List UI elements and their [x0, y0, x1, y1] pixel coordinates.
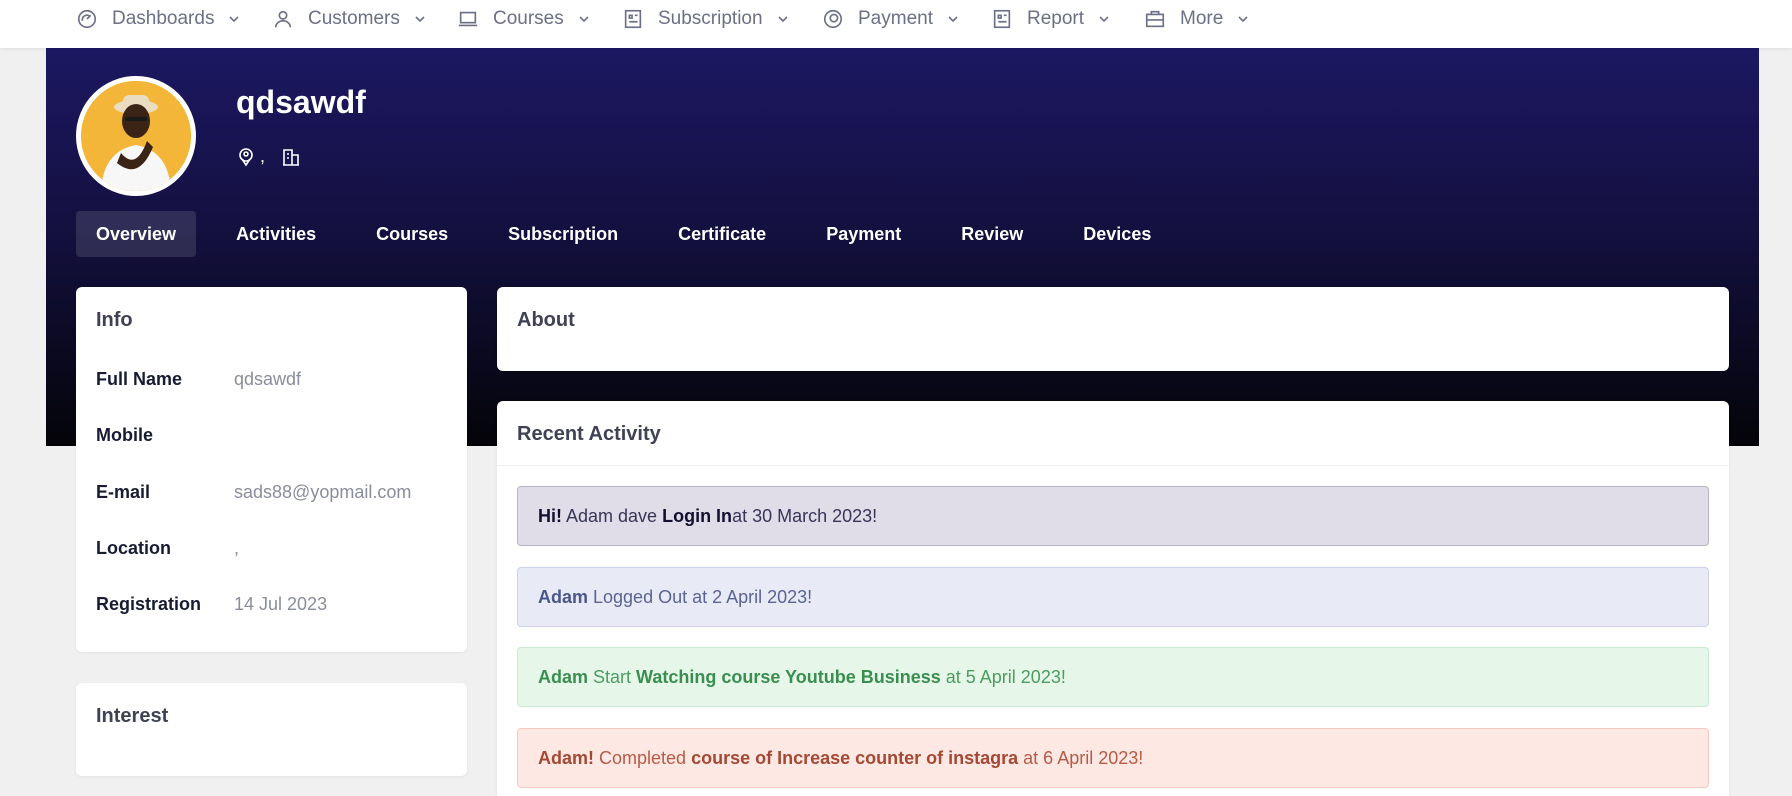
profile-name: qdsawdf	[236, 84, 366, 120]
activity-item: Adam Start Watching course Youtube Busin…	[517, 647, 1709, 707]
chevron-down-icon	[415, 16, 425, 23]
activity-text: Logged Out at 2 April 2023!	[588, 587, 813, 607]
profile-location: ,	[260, 146, 266, 166]
avatar[interactable]	[76, 76, 196, 196]
activity-highlight: course of Increase counter of instagra	[691, 748, 1019, 768]
location-icon	[239, 147, 253, 166]
nav-subscription-label: Subscription	[658, 8, 763, 29]
info-value: qdsawdf	[234, 369, 302, 389]
nav-customers[interactable]: Customers	[272, 0, 426, 38]
nav-dashboards-label: Dashboards	[112, 8, 215, 29]
info-row-email: E-mail sads88@yopmail.com	[96, 482, 411, 503]
chevron-down-icon	[1238, 16, 1248, 23]
avatar-image	[81, 81, 191, 191]
nav-courses[interactable]: Courses	[457, 0, 590, 38]
chevron-down-icon	[1099, 16, 1109, 23]
chevron-down-icon	[948, 16, 958, 23]
nav-report-label: Report	[1027, 8, 1085, 29]
interest-title: Interest	[96, 705, 169, 727]
tab-overview[interactable]: Overview	[76, 211, 197, 257]
tab-courses[interactable]: Courses	[356, 211, 468, 257]
info-row-mobile: Mobile	[96, 425, 234, 446]
activity-item: Adam! Completed course of Increase count…	[517, 728, 1709, 788]
nav-more[interactable]: More	[1144, 0, 1249, 38]
about-title: About	[517, 309, 575, 331]
activity-highlight: Watching course Youtube Business	[636, 667, 941, 687]
tab-certificate[interactable]: Certificate	[658, 211, 786, 257]
nav-report[interactable]: Report	[991, 0, 1110, 38]
document-icon	[624, 9, 642, 29]
activity-text: Start	[588, 667, 637, 687]
activity-subject: Adam	[538, 667, 589, 687]
activity-subject: Adam!	[538, 748, 595, 768]
activity-subject: Hi!	[538, 506, 562, 526]
info-row-location: Location ,	[96, 538, 239, 559]
nav-customers-label: Customers	[308, 8, 400, 29]
info-value: 14 Jul 2023	[234, 594, 328, 614]
info-value: ,	[234, 538, 240, 558]
recent-activity-title: Recent Activity	[517, 423, 661, 445]
tab-subscription[interactable]: Subscription	[488, 211, 638, 257]
info-key: Mobile	[96, 425, 153, 445]
profile-meta: ,	[236, 146, 301, 167]
activity-date: at 6 April 2023!	[1018, 748, 1144, 768]
tab-payment[interactable]: Payment	[806, 211, 921, 257]
recent-activity-card: Recent Activity Hi! Adam dave Login Inat…	[497, 401, 1729, 796]
recent-activity-header: Recent Activity	[497, 401, 1729, 466]
info-key: Location	[96, 538, 171, 558]
top-navbar: Dashboards Customers Courses Subscriptio…	[0, 0, 1792, 48]
nav-courses-label: Courses	[493, 8, 564, 29]
nav-payment[interactable]: Payment	[822, 0, 959, 38]
nav-subscription[interactable]: Subscription	[622, 0, 789, 38]
tab-activities[interactable]: Activities	[216, 211, 336, 257]
activity-subject: Adam	[538, 587, 589, 607]
building-icon	[283, 148, 300, 166]
user-icon	[274, 10, 292, 28]
info-row-full-name: Full Name qdsawdf	[96, 369, 301, 390]
tab-review[interactable]: Review	[941, 211, 1043, 257]
info-key: E-mail	[96, 482, 151, 502]
info-card: Info Full Name qdsawdf Mobile E-mail sad…	[76, 287, 467, 652]
chevron-down-icon	[229, 16, 240, 23]
dashboard-icon	[77, 9, 97, 29]
coins-icon	[823, 9, 843, 29]
nav-more-label: More	[1180, 8, 1224, 29]
activity-text: Adam dave	[562, 506, 663, 526]
info-key: Registration	[96, 594, 202, 614]
info-value: sads88@yopmail.com	[234, 482, 412, 502]
info-row-registration: Registration 14 Jul 2023	[96, 594, 327, 615]
report-icon	[993, 9, 1011, 29]
tab-devices[interactable]: Devices	[1063, 211, 1171, 257]
nav-dashboards[interactable]: Dashboards	[76, 0, 240, 38]
interest-card: Interest	[76, 683, 467, 776]
laptop-icon	[458, 11, 478, 27]
info-title: Info	[96, 309, 133, 331]
activity-text: Completed	[594, 748, 692, 768]
profile-tabs: Overview Activities Courses Subscription…	[76, 211, 1191, 257]
chevron-down-icon	[579, 16, 589, 23]
activity-item: Hi! Adam dave Login Inat 30 March 2023!	[517, 486, 1709, 546]
info-key: Full Name	[96, 369, 183, 389]
nav-payment-label: Payment	[858, 8, 933, 29]
activity-date: at 5 April 2023!	[940, 667, 1066, 687]
activity-date: at 30 March 2023!	[732, 506, 878, 526]
activity-highlight: Login In	[662, 506, 733, 526]
activity-item: Adam Logged Out at 2 April 2023!	[517, 567, 1709, 627]
chevron-down-icon	[777, 16, 788, 23]
about-card: About	[497, 287, 1729, 371]
briefcase-icon	[1145, 10, 1165, 28]
